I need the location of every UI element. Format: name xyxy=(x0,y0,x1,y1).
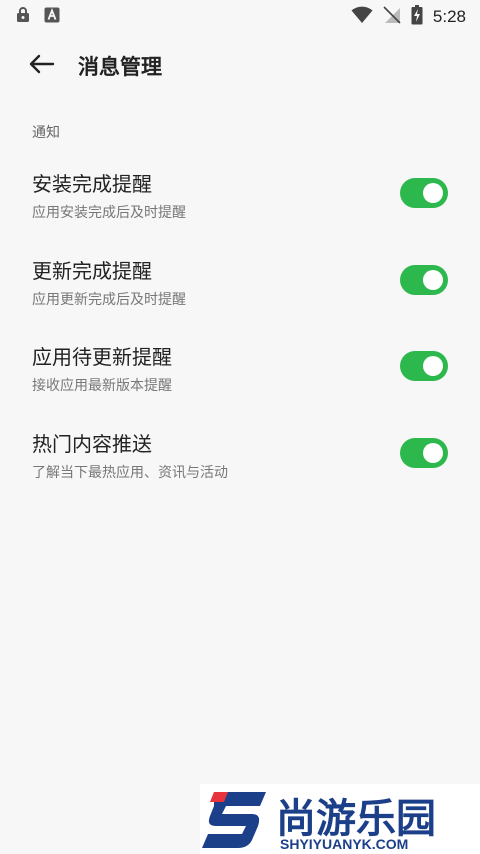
setting-row-update-complete[interactable]: 更新完成提醒 应用更新完成后及时提醒 xyxy=(0,255,480,331)
watermark: 尚游乐园 SHYIYUANYK.COM xyxy=(200,784,480,854)
toggle-knob xyxy=(423,270,443,290)
wifi-icon xyxy=(351,6,373,28)
arrow-left-icon xyxy=(29,54,55,78)
setting-description: 了解当下最热应用、资讯与活动 xyxy=(32,465,228,481)
install-complete-toggle[interactable] xyxy=(400,178,448,208)
toggle-knob xyxy=(423,356,443,376)
update-complete-toggle[interactable] xyxy=(400,265,448,295)
page-title: 消息管理 xyxy=(78,55,162,79)
setting-title: 更新完成提醒 xyxy=(32,259,152,283)
setting-description: 应用更新完成后及时提醒 xyxy=(32,292,186,308)
pending-update-toggle[interactable] xyxy=(400,351,448,381)
setting-title: 安装完成提醒 xyxy=(32,172,152,196)
header: 消息管理 xyxy=(0,40,480,92)
watermark-logo-icon xyxy=(200,786,270,850)
a-notification-icon xyxy=(44,7,60,27)
status-bar: 5:28 xyxy=(0,0,480,34)
setting-description: 接收应用最新版本提醒 xyxy=(32,378,172,394)
toggle-knob xyxy=(423,183,443,203)
setting-description: 应用安装完成后及时提醒 xyxy=(32,205,186,221)
status-left xyxy=(16,7,60,27)
setting-row-install-complete[interactable]: 安装完成提醒 应用安装完成后及时提醒 xyxy=(0,168,480,244)
setting-title: 热门内容推送 xyxy=(32,432,152,456)
setting-row-pending-update[interactable]: 应用待更新提醒 接收应用最新版本提醒 xyxy=(0,341,480,417)
toggle-knob xyxy=(423,443,443,463)
back-button[interactable] xyxy=(18,42,66,90)
setting-row-hot-content[interactable]: 热门内容推送 了解当下最热应用、资讯与活动 xyxy=(0,428,480,504)
section-label: 通知 xyxy=(32,125,60,141)
clock: 5:28 xyxy=(432,7,466,26)
hot-content-toggle[interactable] xyxy=(400,438,448,468)
battery-charging-icon xyxy=(411,5,423,29)
no-sim-icon xyxy=(383,6,401,28)
setting-title: 应用待更新提醒 xyxy=(32,345,172,369)
status-right: 5:28 xyxy=(351,5,466,29)
lock-notification-icon xyxy=(16,7,30,27)
watermark-name-en: SHYIYUANYK.COM xyxy=(280,836,409,852)
